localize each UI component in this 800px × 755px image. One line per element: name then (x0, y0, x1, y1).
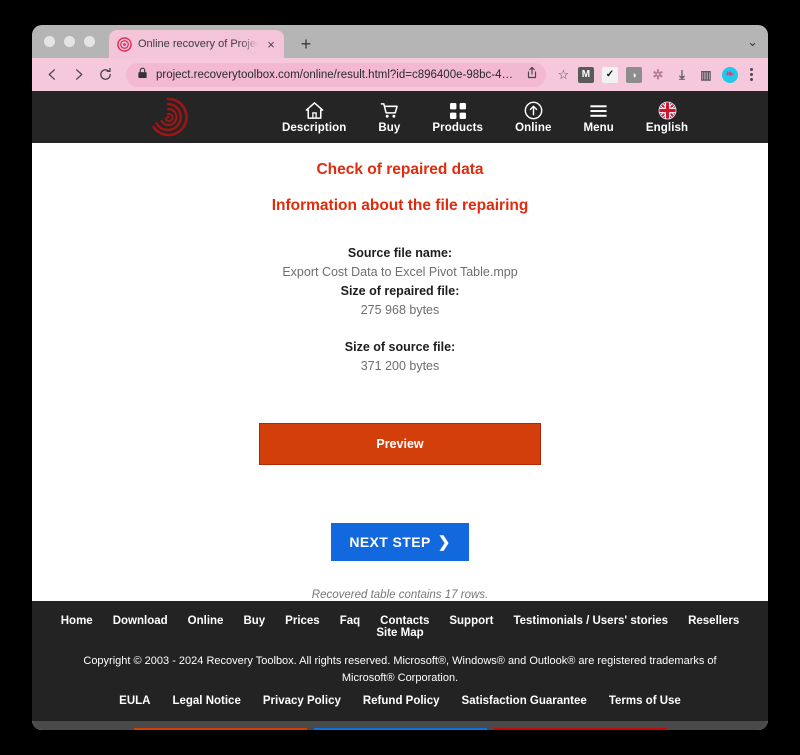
source-file-name-value: Export Cost Data to Excel Pivot Table.mp… (282, 265, 518, 279)
new-tab-button[interactable]: + (296, 35, 316, 53)
cta-strip: DOWNLOAD Windows REPAIR ONLINE BUY NOW (32, 721, 768, 730)
browser-menu-button[interactable] (743, 68, 760, 81)
nav-item-menu[interactable]: Menu (567, 101, 629, 134)
footer-link-faq[interactable]: Faq (330, 615, 370, 627)
footer-link-home[interactable]: Home (51, 615, 103, 627)
uk-flag-icon (658, 101, 677, 121)
browser-tab[interactable]: Online recovery of Project files × (109, 30, 284, 58)
lock-icon (137, 66, 148, 84)
home-icon (305, 101, 324, 121)
buy-now-button[interactable]: BUY NOW (493, 728, 667, 730)
next-step-label: NEXT STEP (349, 534, 431, 550)
source-file-name-label: Source file name: (347, 246, 453, 260)
downloads-icon[interactable]: ⤓ (674, 67, 690, 83)
extension-m-icon[interactable]: M (577, 66, 594, 83)
nav-item-products[interactable]: Products (416, 101, 499, 134)
chevron-right-icon: ❯ (437, 533, 451, 551)
site-footer: Home Download Online Buy Prices Faq Cont… (32, 601, 768, 721)
tab-list-chevron-down-icon[interactable]: ⌄ (747, 34, 758, 50)
legal-link-eula[interactable]: EULA (108, 695, 161, 707)
extensions-puzzle-icon[interactable]: ✲ (650, 67, 666, 83)
browser-window: Online recovery of Project files × + ⌄ (32, 25, 768, 730)
recovered-rows-note: Recovered table contains 17 rows. (311, 589, 489, 601)
site-nav: Description Buy Products Online Menu Eng… (266, 101, 704, 134)
maximize-window-button[interactable] (84, 36, 95, 47)
footer-link-site-map[interactable]: Site Map (366, 627, 433, 639)
nav-item-buy[interactable]: Buy (362, 101, 416, 134)
extension-gray-icon[interactable]: ◑ (625, 66, 642, 83)
close-icon[interactable]: × (264, 38, 278, 51)
side-panel-icon[interactable]: ▥ (698, 67, 714, 83)
nav-label-buy: Buy (378, 121, 401, 134)
main-content: Check of repaired data Information about… (32, 143, 768, 601)
extension-checkmark-icon[interactable]: ✓ (601, 66, 618, 83)
close-window-button[interactable] (44, 36, 55, 47)
repaired-size-label: Size of repaired file: (340, 284, 460, 298)
hamburger-icon (589, 101, 608, 121)
source-size-value: 371 200 bytes (360, 359, 440, 373)
tab-strip: Online recovery of Project files × + ⌄ (32, 25, 768, 58)
address-bar[interactable]: project.recoverytoolbox.com/online/resul… (125, 62, 546, 87)
grid-icon (449, 101, 467, 121)
nav-label-menu: Menu (583, 121, 614, 134)
url-text: project.recoverytoolbox.com/online/resul… (155, 68, 518, 81)
download-button[interactable]: DOWNLOAD Windows (133, 728, 307, 730)
nav-item-description[interactable]: Description (266, 101, 362, 134)
page-title: Check of repaired data (316, 161, 484, 178)
forward-button[interactable] (67, 62, 92, 88)
tab-title: Online recovery of Project files (138, 38, 258, 50)
window-traffic-lights (44, 25, 109, 58)
nav-label-description: Description (282, 121, 347, 134)
share-icon[interactable] (526, 66, 538, 84)
nav-label-english: English (645, 121, 689, 134)
legal-links: EULA Legal Notice Privacy Policy Refund … (32, 689, 768, 721)
legal-link-legal-notice[interactable]: Legal Notice (161, 695, 251, 707)
footer-link-contacts[interactable]: Contacts (370, 615, 439, 627)
footer-link-resellers[interactable]: Resellers (678, 615, 749, 627)
legal-link-privacy-policy[interactable]: Privacy Policy (252, 695, 352, 707)
upload-circle-icon (524, 101, 543, 121)
recovery-toolbox-logo[interactable] (148, 97, 188, 137)
repair-online-button[interactable]: REPAIR ONLINE (313, 728, 487, 730)
bookmark-star-icon[interactable]: ☆ (554, 67, 573, 83)
footer-links: Home Download Online Buy Prices Faq Cont… (32, 615, 768, 639)
legal-link-terms-of-use[interactable]: Terms of Use (598, 695, 692, 707)
copyright-text: Copyright © 2003 - 2024 Recovery Toolbox… (83, 655, 717, 684)
footer-link-testimonials[interactable]: Testimonials / Users' stories (503, 615, 678, 627)
nav-label-online: Online (515, 121, 552, 134)
footer-link-support[interactable]: Support (439, 615, 503, 627)
site-header: Description Buy Products Online Menu Eng… (32, 91, 768, 143)
footer-link-prices[interactable]: Prices (275, 615, 330, 627)
recovery-toolbox-favicon (117, 36, 132, 52)
footer-link-buy[interactable]: Buy (233, 615, 275, 627)
back-button[interactable] (40, 62, 65, 88)
nav-item-online[interactable]: Online (499, 101, 567, 134)
next-step-button[interactable]: NEXT STEP ❯ (331, 523, 469, 561)
reload-button[interactable] (93, 62, 118, 88)
legal-link-satisfaction-guarantee[interactable]: Satisfaction Guarantee (451, 695, 598, 707)
source-size-label: Size of source file: (344, 340, 456, 354)
tab-strip-right: ⌄ (747, 25, 768, 58)
nav-label-products: Products (432, 121, 484, 134)
nav-item-english[interactable]: English (630, 101, 704, 134)
footer-link-online[interactable]: Online (178, 615, 234, 627)
legal-link-refund-policy[interactable]: Refund Policy (352, 695, 451, 707)
footer-link-download[interactable]: Download (103, 615, 178, 627)
repaired-size-value: 275 968 bytes (360, 303, 440, 317)
cart-icon (380, 101, 399, 121)
page-viewport: Description Buy Products Online Menu Eng… (32, 91, 768, 730)
minimize-window-button[interactable] (64, 36, 75, 47)
page-subtitle: Information about the file repairing (271, 197, 529, 214)
profile-avatar-icon[interactable]: ❧ (721, 66, 738, 83)
browser-toolbar: project.recoverytoolbox.com/online/resul… (32, 58, 768, 91)
file-info-block: Source file name: Export Cost Data to Ex… (32, 244, 768, 376)
preview-button[interactable]: Preview (259, 423, 541, 465)
